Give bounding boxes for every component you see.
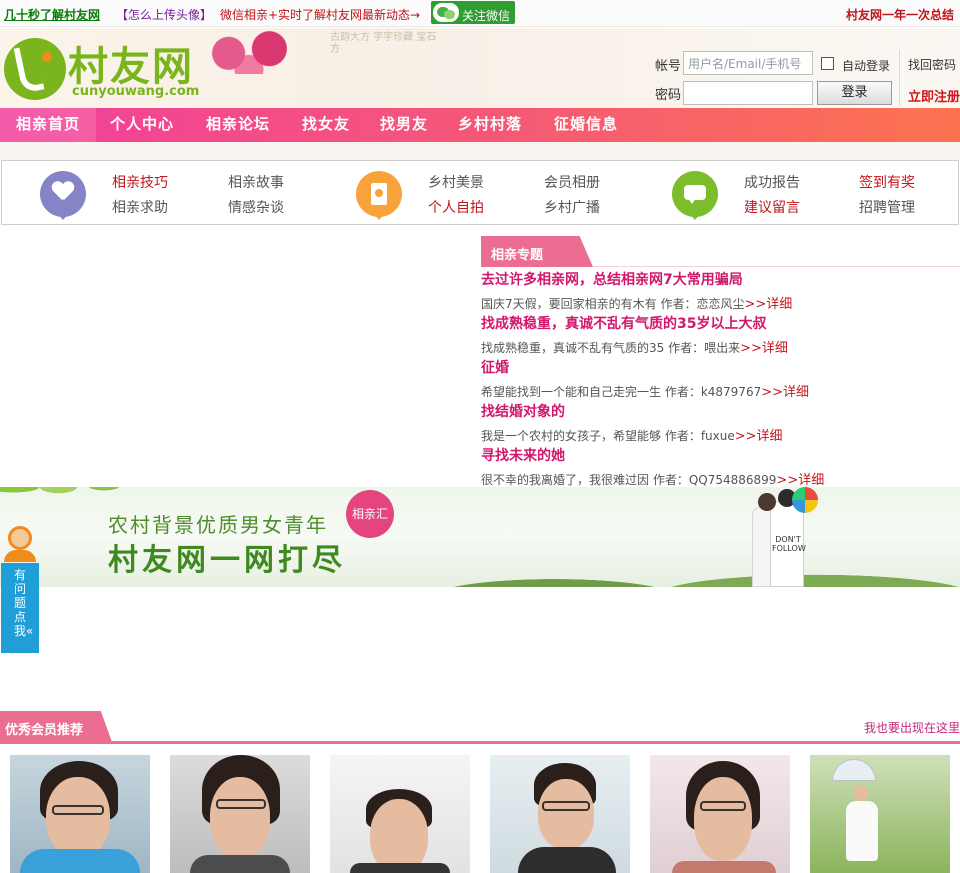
find-password-link[interactable]: 找回密码 [908, 56, 956, 73]
help-tab-label: 有问题点我« [14, 568, 34, 638]
article-desc: 国庆7天假，要回家相亲的有木有 作者：恋恋风尘>>详细 [481, 297, 793, 312]
heart-icon [40, 171, 86, 220]
feature-heading: 相亲专题 [491, 248, 544, 263]
article-more-link[interactable]: >>详细 [761, 385, 809, 400]
chat-bubble-icon [672, 171, 718, 220]
quick-link-album[interactable]: 会员相册 [544, 172, 600, 192]
quick-link-tips[interactable]: 相亲技巧 [112, 172, 168, 192]
logo-url: cunyouwang.com [72, 84, 200, 99]
login-divider [899, 50, 900, 106]
article-title[interactable]: 找结婚对象的 [481, 401, 565, 421]
main-nav: 相亲首页 个人中心 相亲论坛 找女友 找男友 乡村村落 征婚信息 [0, 108, 960, 142]
members-heading-line [0, 741, 960, 744]
member-photo[interactable] [650, 755, 790, 873]
quick-link-success[interactable]: 成功报告 [744, 172, 800, 192]
nav-shadow-strip [0, 142, 960, 160]
learn-about-link[interactable]: 几十秒了解村友网 [4, 6, 100, 23]
quick-link-selfie[interactable]: 个人自拍 [428, 197, 484, 217]
member-photo[interactable] [490, 755, 630, 873]
password-input[interactable] [683, 81, 813, 105]
member-photo[interactable] [810, 755, 950, 873]
members-heading: 优秀会员推荐 [5, 723, 84, 738]
album-icon [356, 171, 402, 220]
banner-badge: 相亲汇 [346, 490, 394, 538]
article-desc: 希望能找到一个能和自己走完一生 作者：k4879767>>详细 [481, 385, 810, 400]
calligraphy-decoration: 古韵大方 字字珍藏 宝石方 [330, 32, 437, 55]
hills-scenery [380, 537, 960, 587]
account-label: 帐号 [655, 59, 682, 74]
member-photo[interactable] [10, 755, 150, 873]
wechat-promo-link[interactable]: 微信相亲+实时了解村友网最新动态→ [220, 6, 420, 23]
wechat-icon [433, 3, 459, 22]
login-button[interactable]: 登录 [817, 81, 892, 105]
pinwheel-icon [792, 487, 818, 513]
article-more-link[interactable]: >>详细 [735, 429, 783, 444]
register-link[interactable]: 立即注册 [908, 86, 960, 105]
quick-links-panel: 相亲技巧 相亲故事 相亲求助 情感杂谈 乡村美景 会员相册 个人自拍 乡村广播 … [1, 160, 959, 225]
quick-link-help[interactable]: 相亲求助 [112, 197, 168, 217]
article-more-link[interactable]: >>详细 [776, 473, 824, 488]
nav-item-village[interactable]: 乡村村落 [458, 108, 522, 142]
quick-link-stories[interactable]: 相亲故事 [228, 172, 284, 192]
help-tab[interactable]: 有问题点我« [1, 563, 39, 653]
promo-banner[interactable]: 农村背景优质男女青年 村友网一网打尽 相亲汇 DON'T FOLLOW [0, 487, 960, 587]
article-desc: 找成熟稳重，真诚不乱有气质的35 作者：喂出来>>详细 [481, 341, 788, 356]
rose-decoration [198, 28, 300, 74]
password-label: 密码 [655, 88, 682, 103]
article-title[interactable]: 去过许多相亲网，总结相亲网7大常用骗局 [481, 269, 743, 289]
article-title[interactable]: 征婚 [481, 357, 509, 377]
nav-item-marriage-info[interactable]: 征婚信息 [554, 108, 618, 142]
feature-slideshow-area [0, 237, 478, 487]
article-title[interactable]: 找成熟稳重，真诚不乱有气质的35岁以上大叔 [481, 313, 766, 333]
quick-link-checkin[interactable]: 签到有奖 [859, 172, 915, 192]
nav-item-personal-center[interactable]: 个人中心 [110, 108, 174, 142]
feature-heading-line [593, 266, 960, 267]
auto-login-label[interactable]: 自动登录 [842, 57, 890, 74]
quick-link-broadcast[interactable]: 乡村广播 [544, 197, 600, 217]
support-avatar-icon[interactable] [0, 522, 40, 562]
quick-link-scenery[interactable]: 乡村美景 [428, 172, 484, 192]
article-more-link[interactable]: >>详细 [740, 341, 788, 356]
account-input[interactable]: 用户名/Email/手机号 [683, 51, 813, 75]
top-bar: 几十秒了解村友网 【怎么上传头像】 微信相亲+实时了解村友网最新动态→ 关注微信… [0, 0, 960, 27]
article-more-link[interactable]: >>详细 [744, 297, 792, 312]
banner-title: 村友网一网打尽 [108, 543, 346, 578]
article-title[interactable]: 寻找未来的她 [481, 445, 565, 465]
banner-subtitle: 农村背景优质男女青年 [108, 513, 328, 537]
nav-item-find-girlfriend[interactable]: 找女友 [302, 108, 350, 142]
nav-item-forum[interactable]: 相亲论坛 [206, 108, 270, 142]
logo-icon[interactable] [4, 38, 66, 100]
member-photo[interactable] [170, 755, 310, 873]
leaves-decoration [0, 487, 130, 511]
upload-avatar-link[interactable]: 【怎么上传头像】 [116, 6, 212, 23]
follow-wechat-label: 关注微信 [462, 9, 511, 23]
quick-link-recruit[interactable]: 招聘管理 [859, 197, 915, 217]
auto-login-checkbox[interactable] [821, 57, 834, 70]
site-header: 村友网 cunyouwang.com 古韵大方 字字珍藏 宝石方 帐号 用户名/… [0, 28, 960, 108]
quick-link-feedback[interactable]: 建议留言 [744, 197, 800, 217]
article-desc: 很不幸的我离婚了，我很难过因 作者：QQ754886899>>详细 [481, 473, 825, 488]
shirt-text: DON'T FOLLOW [772, 535, 806, 553]
quick-link-chat[interactable]: 情感杂谈 [228, 197, 284, 217]
article-desc: 我是一个农村的女孩子，希望能够 作者：fuxue>>详细 [481, 429, 783, 444]
nav-item-home[interactable]: 相亲首页 [0, 108, 97, 142]
follow-wechat-button[interactable]: 关注微信 [431, 1, 515, 24]
members-join-link[interactable]: 我也要出现在这里 [864, 719, 960, 736]
annual-summary-link[interactable]: 村友网一年一次总结 [846, 6, 954, 23]
members-heading-tab: 优秀会员推荐 [0, 711, 112, 742]
member-photo[interactable] [330, 755, 470, 873]
nav-item-find-boyfriend[interactable]: 找男友 [380, 108, 428, 142]
feature-heading-tab: 相亲专题 [481, 236, 593, 267]
